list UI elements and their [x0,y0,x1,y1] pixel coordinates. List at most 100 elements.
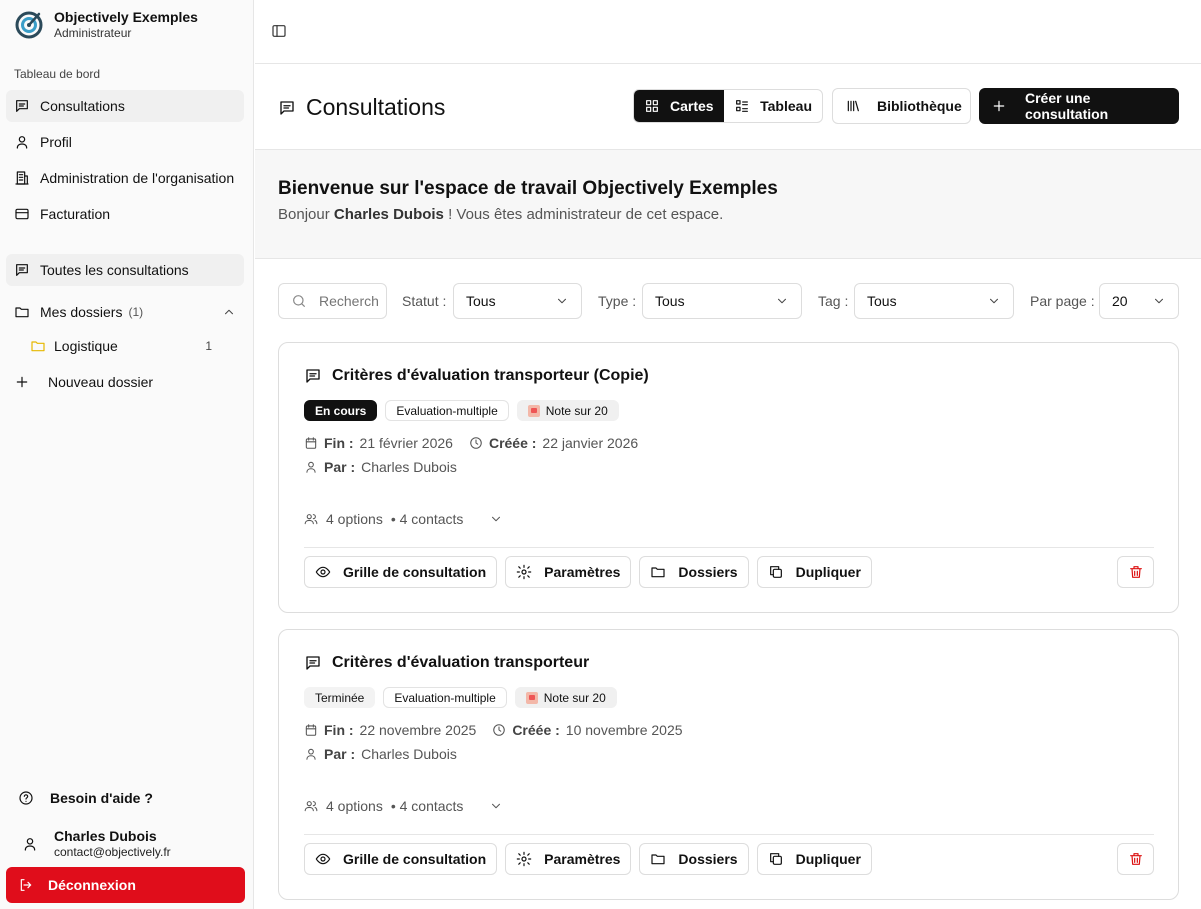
tag-filter-value: Tous [867,293,897,309]
sidebar-item-label: Facturation [40,206,111,222]
chevron-up-icon[interactable] [222,305,236,319]
status-filter-label: Statut : [402,293,447,309]
view-grid-button[interactable]: Grille de consultation [304,843,498,875]
chevron-down-icon [489,799,503,813]
type-badge: Evaluation-multiple [385,400,509,421]
list-icon [734,98,750,114]
folder-icon [650,564,666,580]
per-page-select[interactable]: 20 [1099,283,1179,319]
message-square-icon [304,367,322,385]
help-circle-icon [18,790,34,806]
type-filter-label: Type : [598,293,637,309]
view-cards-button[interactable]: Cartes [634,90,725,122]
end-label: Fin : [324,435,354,451]
folders-label: Dossiers [678,851,738,867]
search-icon [291,293,307,309]
org-role: Administrateur [54,26,132,40]
type-filter-select[interactable]: Tous [642,283,802,319]
duplicate-button[interactable]: Dupliquer [756,843,872,875]
view-table-button[interactable]: Tableau [724,90,822,122]
search-box[interactable] [278,283,387,319]
settings-button[interactable]: Paramètres [505,843,632,875]
card-dates: Fin : 22 novembre 2025 Créée : 10 novemb… [304,722,683,738]
org-name: Objectively Exemples [54,9,198,25]
status-badge: Terminée [304,687,376,708]
settings-label: Paramètres [544,851,621,867]
sidebar-item-all-consultations[interactable]: Toutes les consultations [6,254,244,286]
card-title-text: Critères d'évaluation transporteur [332,654,590,671]
sidebar-item-label: Mes dossiers [40,304,123,320]
help-label: Besoin d'aide ? [50,790,153,806]
help-link[interactable]: Besoin d'aide ? [18,790,153,806]
type-badge: Evaluation-multiple [383,687,507,708]
settings-button[interactable]: Paramètres [505,556,632,588]
copy-icon [768,564,784,580]
view-table-label: Tableau [760,98,812,114]
card-dates: Fin : 21 février 2026 Créée : 22 janvier… [304,435,638,451]
consultation-card: Critères d'évaluation transporteur (Copi… [278,342,1179,613]
panel-left-icon[interactable] [271,23,287,39]
by-name: Charles Dubois [361,459,457,475]
tag-filter-select[interactable]: Tous [854,283,1014,319]
created-date: 10 novembre 2025 [565,722,683,738]
delete-button[interactable] [1117,843,1154,875]
logout-button[interactable]: Déconnexion [6,867,245,903]
note-badge: Note sur 20 [514,687,617,708]
type-filter-value: Tous [655,293,685,309]
user-name: Charles Dubois [54,828,157,844]
card-title-text: Critères d'évaluation transporteur (Copi… [332,367,649,384]
sidebar-section-title: Tableau de bord [14,67,101,81]
status-filter-select[interactable]: Tous [453,283,582,319]
sidebar-item-consultations[interactable]: Consultations [6,90,244,122]
sidebar-item-profile[interactable]: Profil [6,126,244,158]
message-square-icon [304,654,322,672]
org-switcher[interactable]: Objectively Exemples Administrateur [14,8,198,41]
by-label: Par : [324,459,356,475]
message-square-icon [14,262,30,278]
user-profile[interactable]: Charles Dubois contact@objectively.fr [22,828,171,860]
card-divider [304,834,1154,835]
per-page-value: 20 [1112,293,1128,309]
sidebar-item-organisation[interactable]: Administration de l'organisation [6,162,244,194]
settings-label: Paramètres [544,564,621,580]
calendar-icon [304,436,318,450]
options-count: 4 options [326,798,383,814]
sidebar-folder-logistique[interactable]: Logistique 1 [26,332,216,360]
search-input[interactable] [319,293,379,309]
user-icon [304,747,318,761]
trash-icon [1128,564,1144,580]
note-icon [527,404,540,417]
grid-icon [644,98,660,114]
sidebar-item-billing[interactable]: Facturation [6,198,244,230]
delete-button[interactable] [1117,556,1154,588]
credit-card-icon [14,206,30,222]
folders-button[interactable]: Dossiers [639,843,749,875]
library-label: Bibliothèque [877,98,962,114]
note-label: Note sur 20 [543,690,606,705]
view-grid-button[interactable]: Grille de consultation [304,556,498,588]
card-options-toggle[interactable]: 4 options • 4 contacts [304,511,503,527]
log-out-icon [18,877,34,893]
users-icon [304,799,318,813]
plus-icon [991,98,1007,114]
card-title[interactable]: Critères d'évaluation transporteur (Copi… [304,367,649,385]
duplicate-button[interactable]: Dupliquer [756,556,872,588]
folders-button[interactable]: Dossiers [639,556,749,588]
tag-filter-label: Tag : [818,293,849,309]
sidebar-item-my-folders[interactable]: Mes dossiers (1) [6,296,244,328]
card-title[interactable]: Critères d'évaluation transporteur [304,654,589,672]
chevron-down-icon [775,294,789,308]
new-folder-button[interactable]: Nouveau dossier [6,366,244,398]
end-date: 21 février 2026 [359,435,453,451]
user-icon [304,460,318,474]
status-filter-value: Tous [466,293,496,309]
view-grid-label: Grille de consultation [343,851,487,867]
new-folder-label: Nouveau dossier [48,374,154,390]
library-icon [845,98,861,114]
welcome-greeting: Bonjour [278,206,330,223]
card-options-toggle[interactable]: 4 options • 4 contacts [304,798,503,814]
logout-label: Déconnexion [48,877,136,893]
library-button[interactable]: Bibliothèque [832,88,971,124]
create-consultation-button[interactable]: Créer une consultation [979,88,1179,124]
duplicate-label: Dupliquer [795,851,861,867]
